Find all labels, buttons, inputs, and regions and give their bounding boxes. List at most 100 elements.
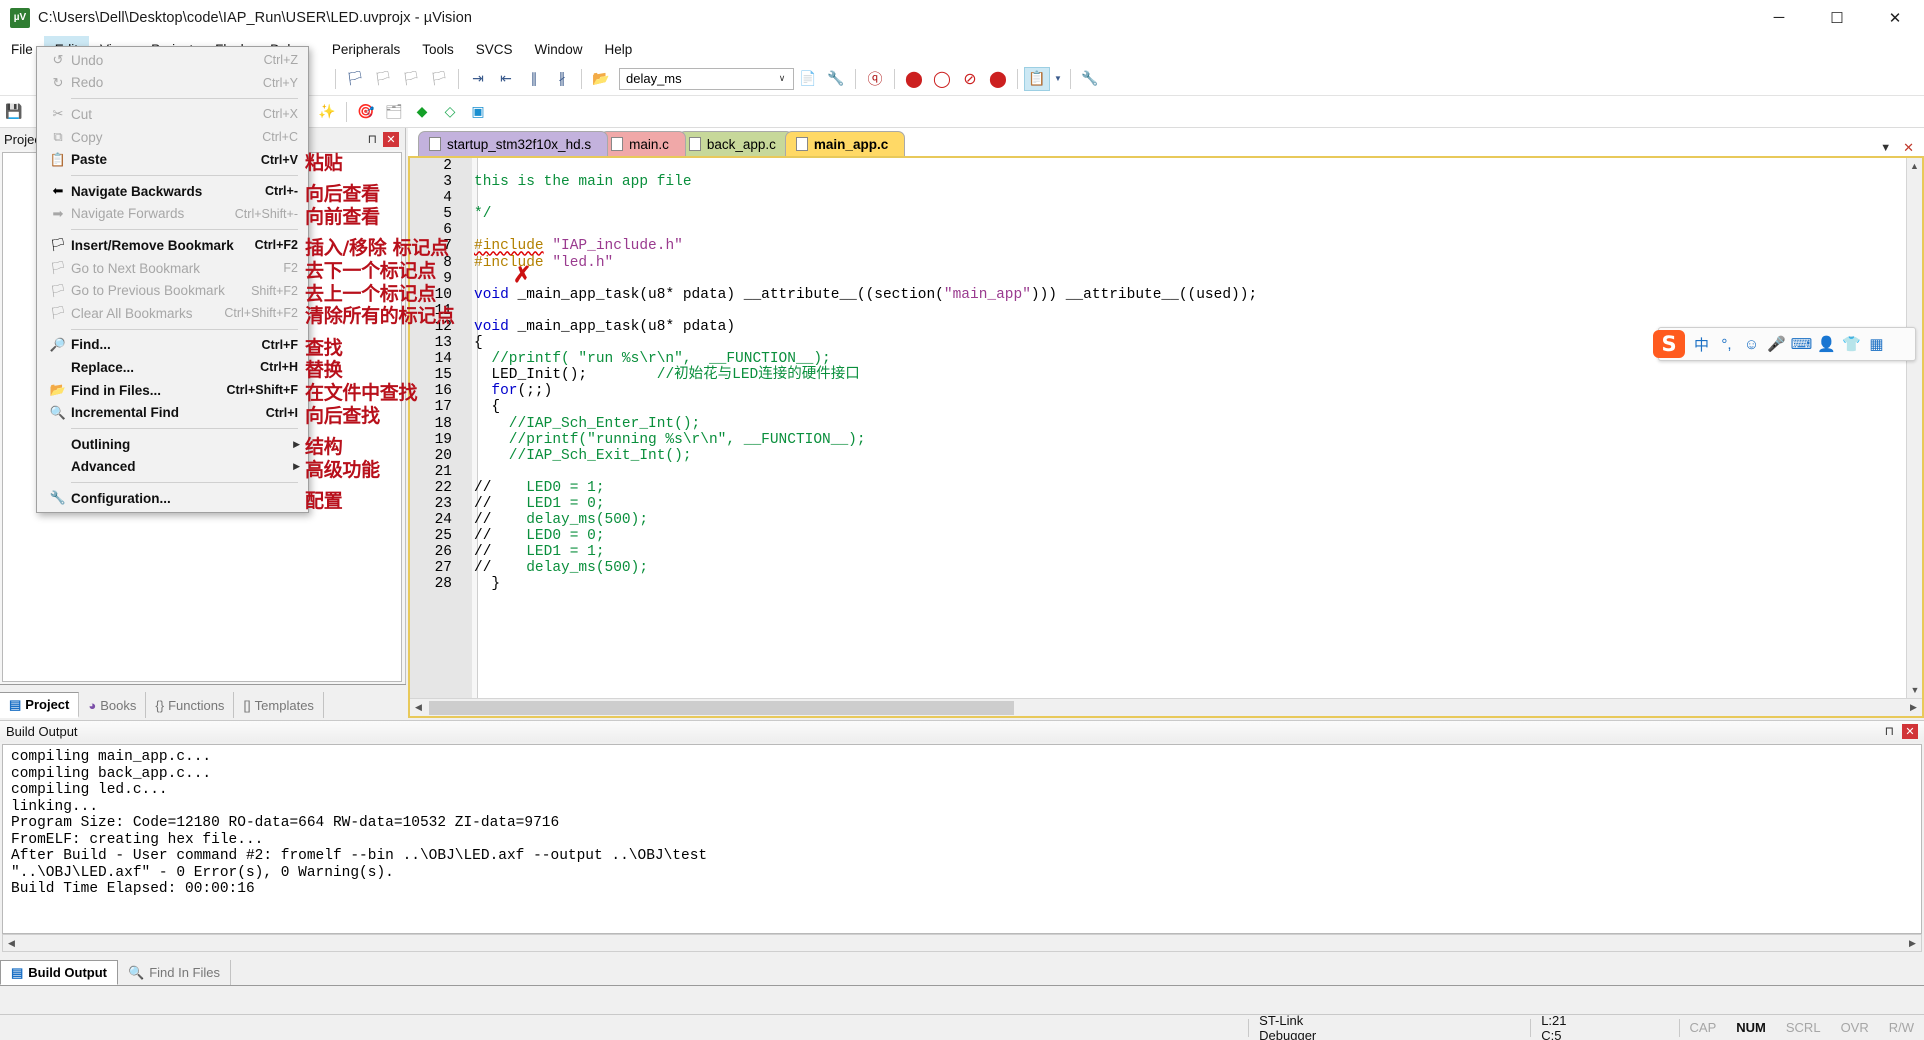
tab-build-output[interactable]: ▤ Build Output bbox=[0, 960, 118, 985]
edit-menu-dropdown[interactable]: ↺ Undo Ctrl+Z ↻ Redo Ctrl+Y ✂ Cut Ctrl+X ⧉ Copy Ctr… bbox=[36, 46, 309, 513]
user-icon[interactable]: 👤 bbox=[1814, 331, 1839, 357]
uncomment-icon[interactable]: ∦ bbox=[549, 67, 575, 91]
comment-icon[interactable]: ∥ bbox=[521, 67, 547, 91]
emoji-icon[interactable]: ☺ bbox=[1739, 331, 1764, 357]
punctuation-icon[interactable]: °, bbox=[1714, 331, 1739, 357]
menu-item-find[interactable]: 🔎 Find... Ctrl+F bbox=[37, 334, 308, 357]
build-horizontal-scrollbar[interactable]: ◀ ▶ bbox=[2, 934, 1922, 952]
menu-item-navigate-backwards[interactable]: ⬅ Navigate Backwards Ctrl+- bbox=[37, 180, 308, 203]
outdent-icon[interactable]: ⇤ bbox=[493, 67, 519, 91]
kill-breakpoint-icon[interactable]: ◯ bbox=[929, 67, 955, 91]
manage-runtime-icon[interactable]: ◇ bbox=[437, 100, 463, 124]
bookmark-toolbar-icon[interactable]: 🏳 bbox=[342, 67, 368, 91]
menu-svcs[interactable]: SVCS bbox=[465, 36, 524, 62]
editor-horizontal-scrollbar[interactable]: ◀ ▶ bbox=[410, 698, 1922, 716]
editor-tab-main-app-c[interactable]: main_app.c bbox=[784, 131, 906, 156]
sogou-logo-icon[interactable]: S bbox=[1653, 330, 1685, 358]
sogou-ime-toolbar[interactable]: S 中 °, ☺ 🎤 ⌨ 👤 👕 ▦ bbox=[1653, 327, 1916, 361]
tab-templates[interactable]: [] Templates bbox=[234, 692, 324, 718]
skin-icon[interactable]: 👕 bbox=[1839, 331, 1864, 357]
editor-tab-startup-asm[interactable]: startup_stm32f10x_hd.s bbox=[418, 131, 609, 156]
minimize-button[interactable]: ─ bbox=[1750, 0, 1808, 36]
editor-vertical-scrollbar[interactable]: ▲ ▼ bbox=[1906, 158, 1922, 698]
target-options-icon[interactable]: 🎯 bbox=[353, 100, 379, 124]
project-window-icon[interactable]: 📋 bbox=[1024, 66, 1050, 91]
menu-item-undo[interactable]: ↺ Undo Ctrl+Z bbox=[37, 49, 308, 72]
close-document-icon[interactable]: ✕ bbox=[1903, 140, 1914, 156]
debug-session-icon[interactable]: ⓠ bbox=[862, 67, 888, 91]
bookmark-next-toolbar-icon[interactable]: 🏳 bbox=[370, 67, 396, 91]
toolbox-icon[interactable]: ▦ bbox=[1864, 331, 1889, 357]
menu-item-replace[interactable]: Replace... Ctrl+H bbox=[37, 356, 308, 379]
menu-item-go-to-previous-bookmark[interactable]: 🏳 Go to Previous Bookmark Shift+F2 bbox=[37, 279, 308, 302]
menu-item-cut[interactable]: ✂ Cut Ctrl+X bbox=[37, 103, 308, 126]
chinese-mode-icon[interactable]: 中 bbox=[1689, 331, 1714, 357]
chevron-down-icon[interactable]: ▼ bbox=[1052, 67, 1064, 91]
menu-item-find-in-files[interactable]: 📂 Find in Files... Ctrl+Shift+F bbox=[37, 379, 308, 402]
symbol-search-combo[interactable]: delay_ms ∨ bbox=[619, 67, 794, 90]
insert-breakpoint-icon[interactable]: ⬤ bbox=[901, 67, 927, 91]
menu-tools[interactable]: Tools bbox=[411, 36, 465, 62]
menu-item-advanced[interactable]: Advanced ▶ bbox=[37, 456, 308, 479]
maximize-button[interactable]: ☐ bbox=[1808, 0, 1866, 36]
code-line: 23 // LED1 = 0; bbox=[410, 496, 1906, 512]
tab-books[interactable]: ◕ Books bbox=[79, 692, 147, 718]
build-output-text[interactable]: compiling main_app.c... compiling back_ap… bbox=[2, 744, 1922, 934]
editor-code[interactable]: 2 3 this is the main app file 4 5 */6 7 #includ… bbox=[410, 158, 1906, 698]
menu-item-navigate-forwards[interactable]: ➡ Navigate Forwards Ctrl+Shift+- bbox=[37, 203, 308, 226]
indent-icon[interactable]: ⇥ bbox=[465, 67, 491, 91]
menu-item-shortcut: Ctrl+Y bbox=[262, 75, 298, 90]
kill-all-breakpoints-icon[interactable]: ⬤ bbox=[985, 67, 1011, 91]
scroll-right-icon[interactable]: ▶ bbox=[1904, 935, 1921, 951]
status-cap: CAP bbox=[1689, 1020, 1717, 1035]
menu-item-copy[interactable]: ⧉ Copy Ctrl+C bbox=[37, 126, 308, 149]
menu-item-paste[interactable]: 📋 Paste Ctrl+V bbox=[37, 148, 308, 171]
tab-label: Functions bbox=[168, 697, 225, 713]
menu-item-go-to-next-bookmark[interactable]: 🏳 Go to Next Bookmark F2 bbox=[37, 257, 308, 280]
browse-symbol-icon[interactable]: 📄 bbox=[795, 67, 821, 91]
magic-wand-icon[interactable]: ✨ bbox=[314, 100, 340, 124]
manage-components-icon[interactable]: 🗂 bbox=[381, 100, 407, 124]
close-icon[interactable]: ✕ bbox=[383, 132, 399, 147]
configure-toolbar-icon[interactable]: 🔧 bbox=[1077, 67, 1103, 91]
scroll-down-icon[interactable]: ▼ bbox=[1907, 682, 1922, 698]
bookmark-prev-toolbar-icon[interactable]: 🏳 bbox=[398, 67, 424, 91]
tab-functions[interactable]: {} Functions bbox=[146, 692, 235, 718]
menu-item-redo[interactable]: ↻ Redo Ctrl+Y bbox=[37, 72, 308, 95]
scroll-up-icon[interactable]: ▲ bbox=[1907, 158, 1922, 174]
editor-body[interactable]: 2 3 this is the main app file 4 5 */6 7 #includ… bbox=[408, 156, 1924, 718]
pin-icon[interactable]: ⊓ bbox=[1885, 724, 1894, 738]
close-icon[interactable]: ✕ bbox=[1902, 724, 1918, 739]
editor-tab-main-c[interactable]: main.c bbox=[600, 131, 686, 156]
menu-item-clear-all-bookmarks[interactable]: 🏳 Clear All Bookmarks Ctrl+Shift+F2 bbox=[37, 302, 308, 325]
tab-find-in-files[interactable]: 🔍 Find In Files bbox=[118, 960, 231, 985]
menu-item-outlining[interactable]: Outlining ▶ bbox=[37, 433, 308, 456]
save-all-icon[interactable]: 💾 bbox=[1, 100, 27, 124]
build-output-panel: Build Output ⊓ ✕ compiling main_app.c...… bbox=[0, 720, 1924, 990]
editor-tab-back-app-c[interactable]: back_app.c bbox=[677, 131, 793, 156]
menu-help[interactable]: Help bbox=[594, 36, 644, 62]
pack-manager-icon[interactable]: ▣ bbox=[465, 100, 491, 124]
soft-keyboard-icon[interactable]: ⌨ bbox=[1789, 331, 1814, 357]
disable-breakpoint-icon[interactable]: ⊘ bbox=[957, 67, 983, 91]
tab-project[interactable]: ▤ Project bbox=[0, 692, 80, 718]
menu-item-configuration[interactable]: 🔧 Configuration... bbox=[37, 487, 308, 510]
open-folder-icon[interactable]: 📂 bbox=[588, 67, 614, 91]
chevron-down-icon[interactable]: ∨ bbox=[773, 70, 791, 88]
bookmark-clear-toolbar-icon[interactable]: 🏳 bbox=[426, 67, 452, 91]
scroll-left-icon[interactable]: ◀ bbox=[3, 935, 20, 951]
menu-window[interactable]: Window bbox=[523, 36, 593, 62]
scroll-thumb[interactable] bbox=[429, 700, 1014, 715]
scroll-right-icon[interactable]: ▶ bbox=[1905, 699, 1922, 716]
menu-item-incremental-find[interactable]: 🔍 Incremental Find Ctrl+I bbox=[37, 401, 308, 424]
scroll-left-icon[interactable]: ◀ bbox=[410, 699, 427, 716]
pack-installer-icon[interactable]: ◆ bbox=[409, 100, 435, 124]
tab-list-icon[interactable]: ▼ bbox=[1880, 142, 1891, 154]
menu-item-insert-remove-bookmark[interactable]: 🏳 Insert/Remove Bookmark Ctrl+F2 bbox=[37, 234, 308, 257]
arrow-left-icon: ⬅ bbox=[52, 183, 64, 199]
go-to-definition-icon[interactable]: 🔧 bbox=[823, 67, 849, 91]
voice-input-icon[interactable]: 🎤 bbox=[1764, 331, 1789, 357]
menu-peripherals[interactable]: Peripherals bbox=[321, 36, 411, 62]
pin-icon[interactable]: ⊓ bbox=[368, 132, 377, 146]
close-button[interactable]: ✕ bbox=[1866, 0, 1924, 36]
